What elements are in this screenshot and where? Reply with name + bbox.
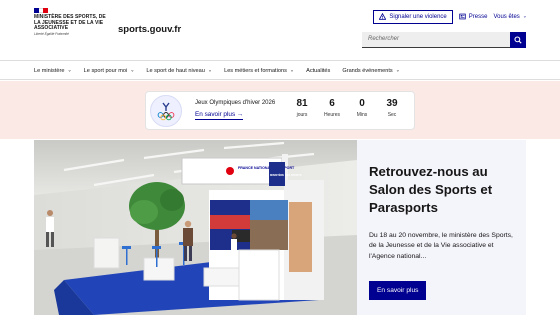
nav-item-grands-evenements[interactable]: Grands événements ⌄ — [342, 67, 400, 74]
press-link[interactable]: Presse — [459, 13, 488, 22]
nav-item-label: Le ministère — [34, 67, 65, 74]
countdown-minutes: 0 Mins — [347, 97, 377, 119]
nav-item-label: Grands événements — [342, 67, 393, 74]
countdown-unit-label: jours — [296, 112, 308, 118]
chevron-down-icon: ⌄ — [130, 67, 135, 73]
countdown-seconds: 39 Sec — [377, 97, 407, 119]
search-icon — [514, 31, 522, 49]
chevron-down-icon: ⌄ — [67, 67, 72, 73]
ministry-name: Ministère des Sports, de la Jeunesse et … — [34, 14, 106, 32]
hero-more-button[interactable]: En savoir plus — [369, 281, 427, 300]
press-label: Presse — [468, 14, 488, 20]
hero-booth-image: FRANCE NATIONALE DU SPORT MINISTÈRE DES … — [34, 140, 357, 315]
nav-item-label: Les métiers et formations — [224, 67, 287, 74]
site-header: Ministère des Sports, de la Jeunesse et … — [0, 0, 560, 58]
hero-panel: Retrouvez-nous au Salon des Sports et Pa… — [357, 140, 526, 315]
main-navigation: Le ministère ⌄ Le sport pour moi ⌄ Le spor… — [0, 60, 560, 80]
search-button[interactable] — [510, 32, 526, 48]
countdown-card: Jeux Olympiques d'hiver 2026 En savoir p… — [145, 91, 415, 130]
countdown-value: 0 — [359, 98, 365, 109]
chevron-down-icon: ⌄ — [395, 67, 400, 73]
report-violence-label: Signaler une violence — [389, 14, 447, 20]
nav-item-actualites[interactable]: Actualités — [306, 68, 330, 74]
winter-olympics-logo-icon — [150, 95, 182, 127]
ministry-logo[interactable]: Ministère des Sports, de la Jeunesse et … — [34, 8, 109, 36]
nav-item-label: Le sport de haut niveau — [146, 67, 205, 74]
you-are-menu[interactable]: Vous êtes ⌄ — [493, 13, 527, 21]
nav-item-label: Le sport pour moi — [83, 67, 128, 74]
report-violence-button[interactable]: Signaler une violence — [373, 10, 453, 24]
countdown-unit-label: Mins — [356, 112, 368, 118]
countdown-days: 81 jours — [287, 97, 317, 119]
warning-icon — [379, 12, 387, 22]
search-bar: Rechercher — [362, 32, 526, 48]
search-input[interactable]: Rechercher — [362, 32, 510, 48]
booth-sign-text: FRANCE NATIONALE DU SPORT — [238, 166, 295, 170]
arrow-right-icon: → — [236, 111, 244, 118]
countdown-value: 6 — [329, 98, 335, 109]
you-are-label: Vous êtes — [493, 14, 520, 20]
marianne-flag-icon — [34, 8, 49, 13]
countdown-title: Jeux Olympiques d'hiver 2026 — [195, 100, 276, 106]
chevron-down-icon: ⌄ — [289, 67, 295, 73]
site-name-link[interactable]: sports.gouv.fr — [118, 24, 181, 35]
countdown-band: Jeux Olympiques d'hiver 2026 En savoir p… — [0, 81, 560, 139]
republic-motto: Liberté Égalité Fraternité — [34, 31, 69, 36]
newspaper-icon — [459, 13, 466, 22]
countdown-unit-label: Heures — [323, 112, 341, 118]
nav-item-metiers-formations[interactable]: Les métiers et formations ⌄ — [224, 67, 295, 74]
hero-description: Du 18 au 20 novembre, le ministère des S… — [369, 232, 513, 260]
countdown-unit-label: Sec — [387, 112, 397, 118]
countdown-value: 39 — [386, 98, 398, 109]
nav-item-label: Actualités — [306, 67, 331, 74]
hero-title: Retrouvez-nous au Salon des Sports et Pa… — [369, 164, 493, 215]
countdown-more-link[interactable]: En savoir plus → — [195, 111, 244, 120]
nav-item-haut-niveau[interactable]: Le sport de haut niveau ⌄ — [146, 67, 213, 74]
header-tools: Signaler une violence Presse Vous êtes ⌄ — [373, 10, 527, 24]
countdown-value: 81 — [296, 98, 308, 109]
chevron-down-icon: ⌄ — [522, 13, 527, 20]
countdown-units: 81 jours 6 Heures 0 Mins 39 Sec — [287, 97, 407, 119]
chevron-down-icon: ⌄ — [207, 67, 213, 73]
nav-item-ministere[interactable]: Le ministère ⌄ — [34, 67, 72, 74]
countdown-hours: 6 Heures — [317, 97, 347, 119]
countdown-link-label: En savoir plus — [195, 111, 236, 118]
nav-item-sport-pour-moi[interactable]: Le sport pour moi ⌄ — [83, 67, 135, 74]
